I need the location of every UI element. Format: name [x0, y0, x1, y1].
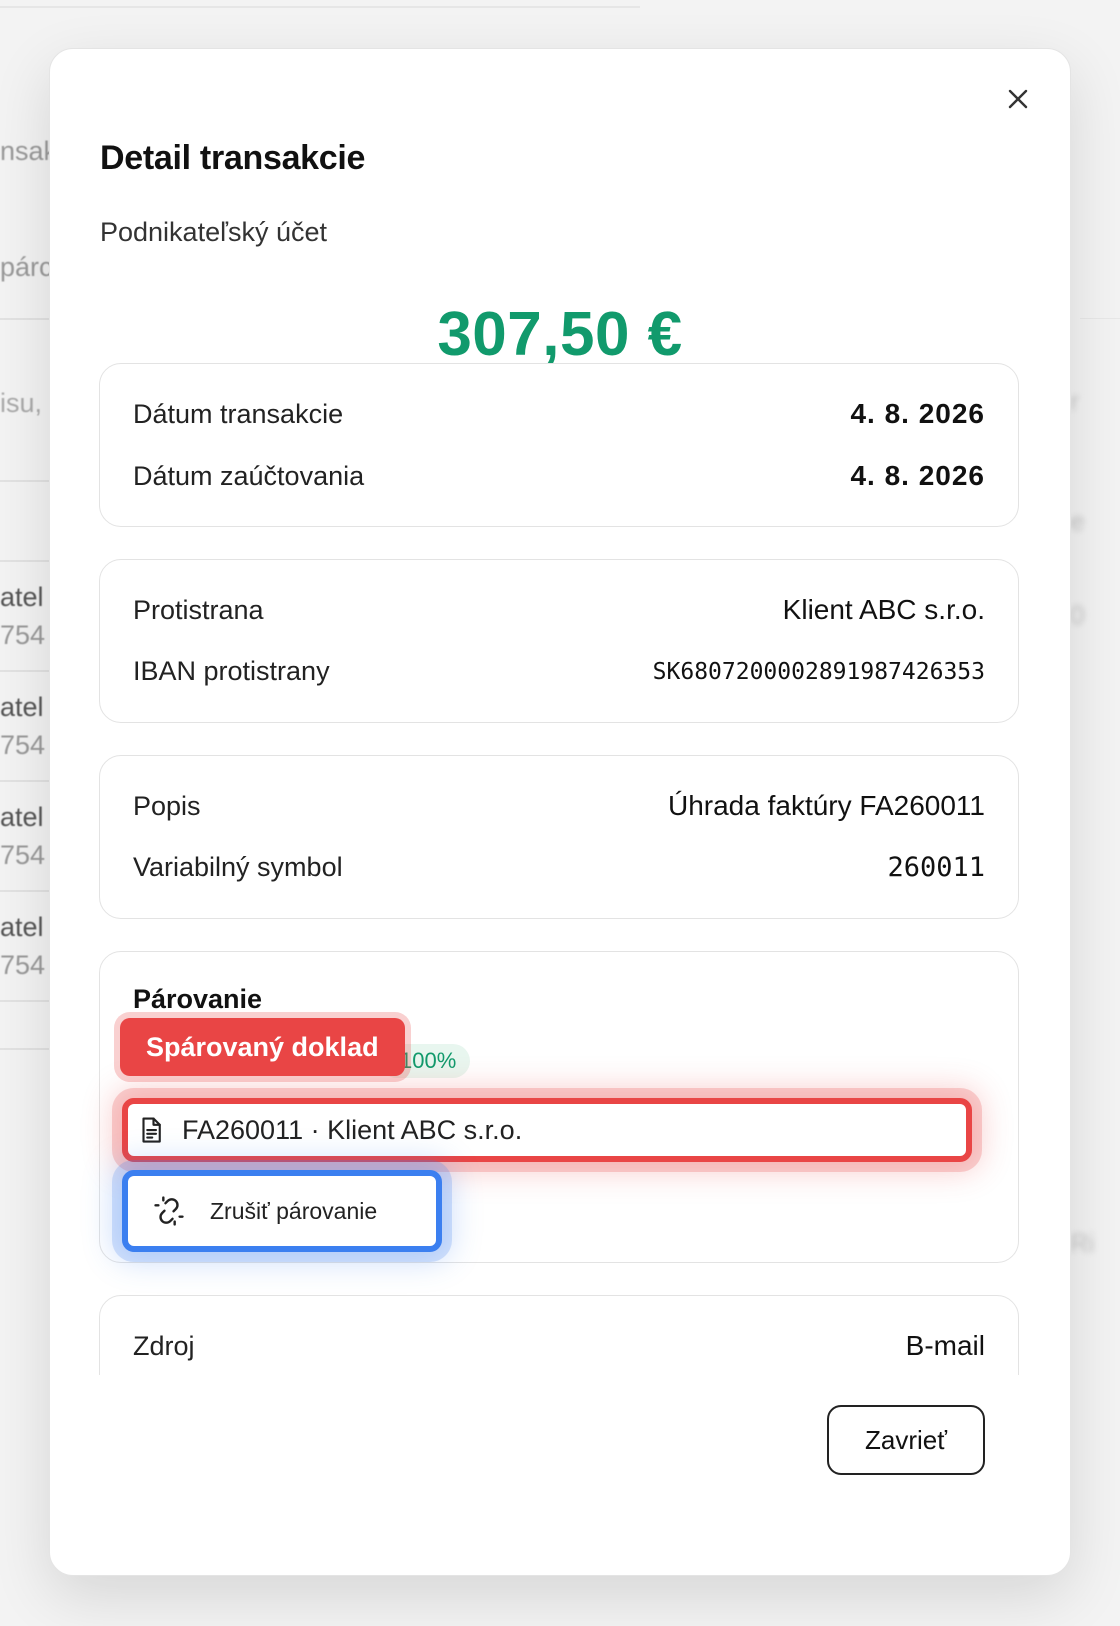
account-name: Podnikateľský účet — [100, 217, 327, 247]
iban-value: SK6807200002891987426353 — [652, 658, 985, 685]
matched-document-link[interactable]: FA260011 · Klient ABC s.r.o. — [122, 1098, 972, 1162]
background-text: atel — [0, 582, 44, 612]
unlink-icon — [154, 1196, 184, 1226]
matched-document-tag: Spárovaný doklad — [120, 1018, 405, 1076]
background-text: 0 — [1070, 600, 1085, 630]
matching-card: Párovanie Spárovaný doklad 100% FA260011… — [99, 951, 1019, 1263]
matched-document-text: FA260011 · Klient ABC s.r.o. — [182, 1114, 523, 1145]
background-text: párc — [0, 252, 53, 282]
background-text: 754 — [0, 950, 46, 980]
transaction-amount: 307,50 € — [437, 300, 683, 369]
background-text: e — [1070, 506, 1085, 536]
counterparty-label: Protistrana — [133, 594, 264, 625]
description-label: Popis — [133, 790, 201, 821]
posting-date-row: Dátum zaúčtovania 4. 8. 2026 — [133, 460, 985, 492]
document-icon — [142, 1117, 161, 1143]
source-value: B-mail — [905, 1330, 985, 1361]
background-text: r — [1070, 386, 1079, 416]
transaction-date-row: Dátum transakcie 4. 8. 2026 — [133, 398, 985, 430]
posting-date-value: 4. 8. 2026 — [850, 460, 985, 491]
background-text: isu, — [0, 388, 43, 418]
background-text: 754 — [0, 730, 46, 760]
variable-symbol-value: 260011 — [887, 852, 985, 883]
close-button[interactable]: Zavrieť — [827, 1405, 985, 1475]
source-row: Zdroj B-mail — [133, 1330, 985, 1362]
description-card: Popis Úhrada faktúry FA260011 Variabilný… — [99, 755, 1019, 919]
counterparty-row: Protistrana Klient ABC s.r.o. — [133, 594, 985, 626]
counterparty-card: Protistrana Klient ABC s.r.o. IBAN proti… — [99, 559, 1019, 723]
posting-date-label: Dátum zaúčtovania — [133, 460, 365, 491]
dialog-title: Detail transakcie — [100, 139, 366, 177]
matching-title: Párovanie — [133, 984, 263, 1014]
source-card-clip: Zdroj B-mail — [99, 1295, 1019, 1375]
transaction-detail-dialog: Detail transakcie Podnikateľský účet 307… — [49, 48, 1071, 1576]
background-text: atel — [0, 802, 44, 832]
unmatch-label: Zrušiť párovanie — [210, 1197, 378, 1224]
background-text: Ri — [1070, 1228, 1095, 1258]
background-text: 754 — [0, 620, 46, 650]
description-row: Popis Úhrada faktúry FA260011 — [133, 790, 985, 822]
close-icon[interactable] — [998, 79, 1038, 119]
iban-label: IBAN protistrany — [133, 656, 330, 686]
description-value: Úhrada faktúry FA260011 — [667, 790, 985, 821]
transaction-date-label: Dátum transakcie — [133, 398, 344, 429]
background-text: 754 — [0, 840, 46, 870]
source-label: Zdroj — [133, 1330, 195, 1361]
background-text: atel — [0, 692, 44, 722]
variable-symbol-row: Variabilný symbol 260011 — [133, 852, 985, 883]
counterparty-value: Klient ABC s.r.o. — [782, 594, 985, 625]
source-card: Zdroj B-mail — [99, 1295, 1019, 1375]
unmatch-button[interactable]: Zrušiť párovanie — [122, 1170, 442, 1252]
dates-card: Dátum transakcie 4. 8. 2026 Dátum zaúčto… — [99, 363, 1019, 527]
transaction-date-value: 4. 8. 2026 — [850, 398, 985, 429]
background-divider — [1080, 318, 1120, 319]
background-text: atel — [0, 912, 44, 942]
variable-symbol-label: Variabilný symbol — [133, 852, 343, 882]
background-divider — [0, 6, 640, 8]
iban-row: IBAN protistrany SK680720000289198742635… — [133, 656, 985, 687]
